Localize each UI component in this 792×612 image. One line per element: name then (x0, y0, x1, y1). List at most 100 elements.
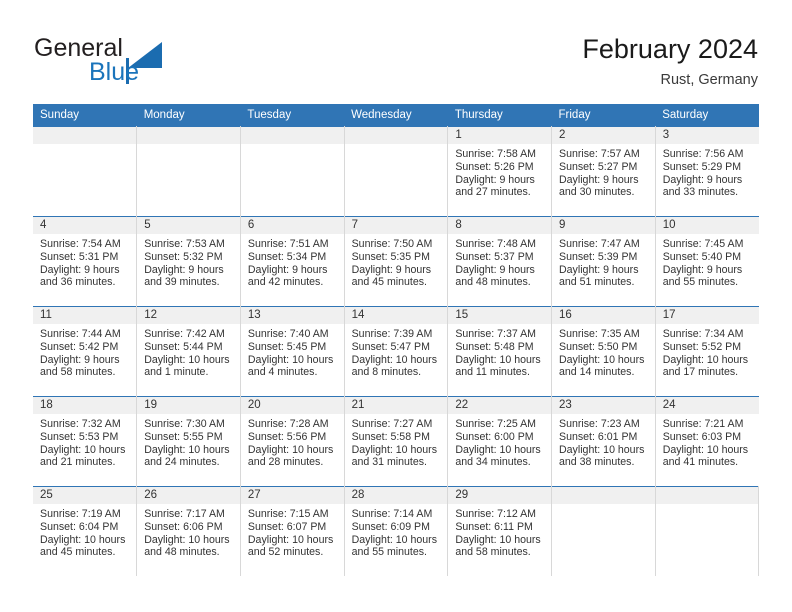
daylight-text-line2: and 36 minutes. (40, 276, 116, 289)
day-details: Sunrise: 7:35 AM Sunset: 5:50 PM Daylight:… (552, 324, 655, 379)
calendar-day-cell[interactable]: 3 Sunrise: 7:56 AM Sunset: 5:29 PM Daylight… (655, 126, 759, 217)
weekday-header-monday: Monday (136, 104, 241, 127)
sunset-text: Sunset: 5:55 PM (144, 430, 223, 443)
day-details: Sunrise: 7:58 AM Sunset: 5:26 PM Daylight:… (448, 144, 551, 199)
daylight-text-line2: and 33 minutes. (662, 186, 739, 199)
calendar-day-cell[interactable]: 7 Sunrise: 7:50 AM Sunset: 5:35 PM Daylight… (344, 216, 449, 307)
weekday-header-wednesday: Wednesday (344, 104, 448, 127)
calendar-day-cell[interactable]: 1 Sunrise: 7:58 AM Sunset: 5:26 PM Daylight… (447, 126, 553, 217)
sunrise-text: Sunrise: 7:19 AM (40, 508, 121, 520)
sunrise-text: Sunrise: 7:45 AM (662, 238, 744, 250)
sunrise-text: Sunrise: 7:32 AM (40, 418, 121, 430)
daylight-text-line1: Daylight: 9 hours (351, 263, 432, 276)
calendar-day-cell[interactable]: 23 Sunrise: 7:23 AM Sunset: 6:01 PM Dayligh… (551, 396, 656, 487)
day-number: 21 (344, 397, 448, 414)
daylight-text-line1: Daylight: 10 hours (144, 533, 230, 546)
calendar-day-cell[interactable]: 28 Sunrise: 7:14 AM Sunset: 6:09 PM Dayligh… (344, 486, 449, 576)
brand-logo[interactable]: General Blue (34, 34, 244, 92)
weekday-header-sunday: Sunday (33, 104, 137, 127)
calendar-day-cell[interactable]: 8 Sunrise: 7:48 AM Sunset: 5:37 PM Daylight… (447, 216, 553, 307)
daylight-text-line2: and 38 minutes. (559, 456, 635, 469)
day-number: 3 (655, 127, 759, 144)
calendar-day-cell-empty (33, 126, 138, 217)
calendar-day-cell[interactable]: 15 Sunrise: 7:37 AM Sunset: 5:48 PM Dayligh… (447, 306, 553, 397)
weekday-header-thursday: Thursday (447, 104, 552, 127)
calendar-day-cell[interactable]: 11 Sunrise: 7:44 AM Sunset: 5:42 PM Dayligh… (33, 306, 138, 397)
daylight-text-line1: Daylight: 10 hours (247, 533, 334, 546)
sunset-text: Sunset: 5:53 PM (40, 430, 119, 443)
sunrise-text: Sunrise: 7:47 AM (559, 238, 640, 250)
day-details: Sunrise: 7:12 AM Sunset: 6:11 PM Daylight:… (448, 504, 551, 559)
daylight-text-line2: and 28 minutes. (247, 456, 324, 469)
day-number: 8 (448, 217, 552, 234)
sunrise-text: Sunrise: 7:48 AM (455, 238, 536, 250)
day-details: Sunrise: 7:37 AM Sunset: 5:48 PM Daylight:… (448, 324, 551, 379)
sunrise-text: Sunrise: 7:44 AM (40, 328, 121, 340)
brand-name-blue: Blue (89, 58, 140, 86)
calendar-day-cell[interactable]: 9 Sunrise: 7:47 AM Sunset: 5:39 PM Daylight… (551, 216, 656, 307)
day-number (240, 127, 344, 144)
sunrise-text: Sunrise: 7:17 AM (144, 508, 225, 520)
daylight-text-line1: Daylight: 10 hours (662, 443, 749, 456)
day-number: 5 (137, 217, 240, 234)
daylight-text-line2: and 51 minutes. (559, 276, 635, 289)
daylight-text-line1: Daylight: 9 hours (455, 263, 535, 276)
daylight-text-line1: Daylight: 10 hours (247, 353, 334, 366)
day-details: Sunrise: 7:14 AM Sunset: 6:09 PM Daylight:… (345, 504, 448, 559)
daylight-text-line1: Daylight: 10 hours (40, 443, 126, 456)
calendar-day-cell[interactable]: 2 Sunrise: 7:57 AM Sunset: 5:27 PM Daylight… (551, 126, 656, 217)
calendar-day-cell[interactable]: 19 Sunrise: 7:30 AM Sunset: 5:55 PM Dayligh… (136, 396, 241, 487)
calendar-header-row: Sunday Monday Tuesday Wednesday Thursday Frid… (33, 104, 759, 127)
day-details: Sunrise: 7:23 AM Sunset: 6:01 PM Daylight:… (552, 414, 655, 469)
day-number: 4 (33, 217, 137, 234)
day-number: 7 (344, 217, 448, 234)
calendar-day-cell[interactable]: 26 Sunrise: 7:17 AM Sunset: 6:06 PM Dayligh… (136, 486, 241, 576)
calendar-day-cell[interactable]: 20 Sunrise: 7:28 AM Sunset: 5:56 PM Dayligh… (240, 396, 345, 487)
sunrise-text: Sunrise: 7:39 AM (351, 328, 433, 340)
sunset-text: Sunset: 5:26 PM (455, 160, 534, 173)
sunset-text: Sunset: 5:56 PM (247, 430, 327, 443)
sunset-text: Sunset: 5:31 PM (40, 250, 119, 263)
calendar-day-cell[interactable]: 4 Sunrise: 7:54 AM Sunset: 5:31 PM Daylight… (33, 216, 138, 307)
daylight-text-line2: and 41 minutes. (662, 456, 739, 469)
daylight-text-line2: and 58 minutes. (40, 366, 116, 379)
sunset-text: Sunset: 6:04 PM (40, 520, 119, 533)
calendar-day-cell[interactable]: 10 Sunrise: 7:45 AM Sunset: 5:40 PM Dayligh… (655, 216, 759, 307)
daylight-text-line1: Daylight: 9 hours (40, 263, 120, 276)
day-number: 14 (344, 307, 448, 324)
daylight-text-line1: Daylight: 9 hours (455, 173, 535, 186)
calendar-day-cell[interactable]: 21 Sunrise: 7:27 AM Sunset: 5:58 PM Dayligh… (344, 396, 449, 487)
day-number: 25 (33, 487, 137, 504)
day-details: Sunrise: 7:19 AM Sunset: 6:04 PM Daylight:… (33, 504, 136, 559)
daylight-text-line2: and 17 minutes. (662, 366, 739, 379)
day-number (344, 127, 448, 144)
title-block: February 2024 Rust, Germany (582, 32, 758, 90)
calendar-day-cell[interactable]: 18 Sunrise: 7:32 AM Sunset: 5:53 PM Dayligh… (33, 396, 138, 487)
daylight-text-line2: and 55 minutes. (351, 546, 427, 559)
calendar-day-cell[interactable]: 6 Sunrise: 7:51 AM Sunset: 5:34 PM Daylight… (240, 216, 345, 307)
day-details: Sunrise: 7:53 AM Sunset: 5:32 PM Daylight:… (137, 234, 240, 289)
calendar-day-cell[interactable]: 29 Sunrise: 7:12 AM Sunset: 6:11 PM Dayligh… (447, 486, 553, 576)
daylight-text-line1: Daylight: 9 hours (40, 353, 120, 366)
sunset-text: Sunset: 6:00 PM (455, 430, 534, 443)
calendar-day-cell[interactable]: 24 Sunrise: 7:21 AM Sunset: 6:03 PM Dayligh… (655, 396, 759, 487)
calendar-day-cell[interactable]: 25 Sunrise: 7:19 AM Sunset: 6:04 PM Dayligh… (33, 486, 138, 576)
daylight-text-line1: Daylight: 9 hours (559, 263, 639, 276)
day-number: 9 (552, 217, 655, 234)
calendar-day-cell[interactable]: 27 Sunrise: 7:15 AM Sunset: 6:07 PM Dayligh… (240, 486, 345, 576)
daylight-text-line1: Daylight: 9 hours (247, 263, 328, 276)
calendar-day-cell[interactable]: 17 Sunrise: 7:34 AM Sunset: 5:52 PM Dayligh… (655, 306, 759, 397)
weekday-header-friday: Friday (551, 104, 656, 127)
day-number: 18 (33, 397, 137, 414)
calendar-day-cell[interactable]: 5 Sunrise: 7:53 AM Sunset: 5:32 PM Daylight… (136, 216, 241, 307)
calendar-day-cell[interactable]: 14 Sunrise: 7:39 AM Sunset: 5:47 PM Dayligh… (344, 306, 449, 397)
daylight-text-line1: Daylight: 10 hours (351, 443, 437, 456)
day-number: 27 (240, 487, 344, 504)
calendar-day-cell[interactable]: 12 Sunrise: 7:42 AM Sunset: 5:44 PM Dayligh… (136, 306, 241, 397)
sunset-text: Sunset: 5:35 PM (351, 250, 430, 263)
calendar-day-cell[interactable]: 13 Sunrise: 7:40 AM Sunset: 5:45 PM Dayligh… (240, 306, 345, 397)
sunrise-text: Sunrise: 7:51 AM (247, 238, 329, 250)
day-number: 17 (655, 307, 759, 324)
calendar-day-cell[interactable]: 16 Sunrise: 7:35 AM Sunset: 5:50 PM Dayligh… (551, 306, 656, 397)
calendar-day-cell[interactable]: 22 Sunrise: 7:25 AM Sunset: 6:00 PM Dayligh… (447, 396, 553, 487)
